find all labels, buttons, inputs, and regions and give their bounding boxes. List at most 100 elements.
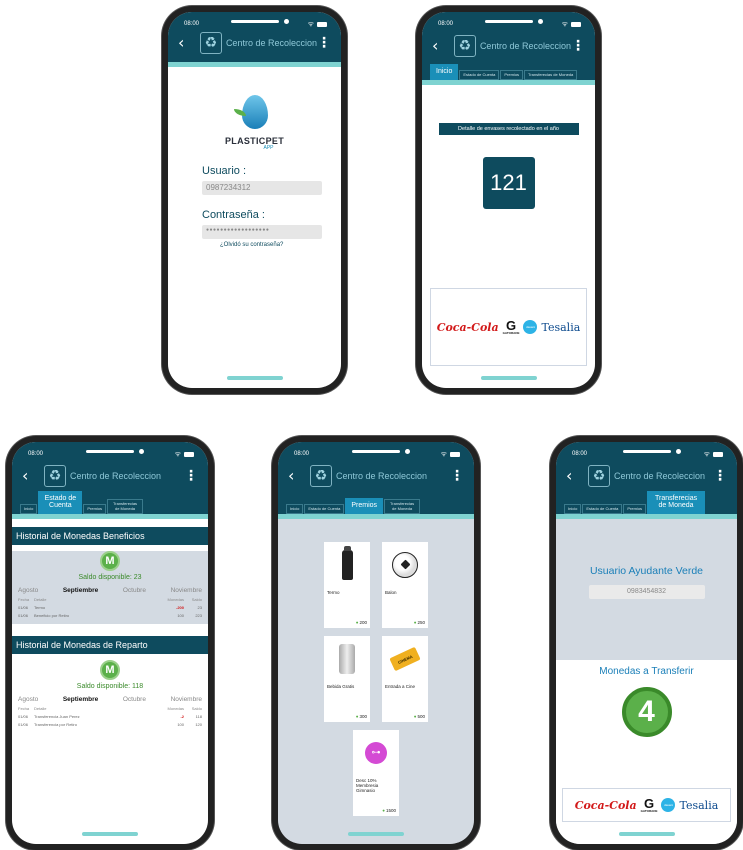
home-indicator[interactable]: [480, 376, 537, 380]
prize-card-gimnasio[interactable]: ⊶ Desc 10% Membresia Gimnasio 1500: [353, 730, 399, 816]
recycle-logo: ♻: [453, 35, 476, 57]
prize-card-bebida[interactable]: Bebida Gratis 300: [324, 636, 370, 722]
nav-title: Centro de Recoleccion: [614, 471, 706, 481]
tab-estado-cuenta[interactable]: Estado de Cuenta: [459, 69, 500, 80]
home-screen: 08:00 ᯤ ‹ ♻ Centro de Recoleccion ⋮ Inic…: [422, 12, 595, 388]
battery-icon: [317, 21, 327, 27]
nav-title: Centro de Recoleccion: [479, 41, 571, 51]
user-input[interactable]: 0987234312: [202, 181, 322, 195]
prize-card-termo[interactable]: Termo 200: [324, 542, 370, 628]
battery-icon: [713, 451, 723, 457]
home-indicator[interactable]: [348, 832, 404, 836]
table-header: Fecha Detalle Monedas Saldo: [12, 703, 208, 711]
tab-transferencias[interactable]: Transferecias de Moneda: [524, 69, 578, 80]
prize-card-cine[interactable]: CINEMA Entrada a Cine 500: [382, 636, 428, 722]
tab-estado-cuenta[interactable]: Estado de Cuenta: [304, 503, 345, 514]
home-indicator[interactable]: [226, 376, 283, 380]
month-tab[interactable]: Agosto: [18, 696, 38, 703]
nav-title: Centro de Recoleccion: [70, 471, 162, 481]
recycle-logo: ♻: [588, 465, 610, 487]
status-icons: ᯤ: [308, 20, 327, 29]
recycle-logo: ♻: [199, 32, 222, 54]
back-arrow-icon[interactable]: ‹: [566, 468, 582, 484]
teal-strip: [556, 514, 737, 519]
table-row: 01/06 Transferencia Juan Perez -2 118: [12, 711, 208, 719]
tab-inicio[interactable]: Inicio: [430, 64, 459, 80]
tab-transferencias[interactable]: Transferecias de Moneda: [107, 499, 144, 514]
notch: [230, 19, 289, 24]
dasani-logo: dasani: [661, 798, 676, 812]
cell-saldo: 23: [197, 605, 202, 610]
back-arrow-icon[interactable]: ‹: [178, 35, 194, 51]
month-tab[interactable]: Octubre: [123, 587, 146, 594]
password-label: Contraseña :: [202, 209, 265, 221]
tesalia-logo: Tesalia: [679, 798, 719, 812]
kebab-menu-icon[interactable]: ⋮: [571, 39, 585, 53]
back-arrow-icon[interactable]: ‹: [288, 468, 304, 484]
month-tab[interactable]: Agosto: [18, 587, 38, 594]
prize-image: CINEMA: [382, 636, 428, 682]
status-time: 08:00: [184, 21, 200, 27]
recycle-icon: ♻: [458, 38, 472, 54]
prize-grid: Termo 200 Balon 250 Bebida Gratis 300 CI…: [296, 542, 456, 816]
status-icons: ᯤ: [441, 450, 460, 459]
top-bar: 08:00 ᯤ ‹ ♻ Centro de Recoleccion ⋮: [168, 12, 341, 62]
tab-inicio[interactable]: Inicio: [20, 503, 38, 514]
prize-name: Bebida Gratis: [327, 684, 355, 689]
tab-premios[interactable]: Premios: [83, 503, 107, 514]
forgot-password-link[interactable]: ¿Olvidó su contraseña?: [220, 242, 341, 248]
recycle-icon: ♻: [592, 468, 606, 484]
teal-strip: [278, 514, 474, 519]
status-time: 08:00: [572, 451, 588, 457]
kebab-menu-icon[interactable]: ⋮: [713, 469, 727, 483]
table-row: 01/06 Transferencia por Retiro 100 120: [12, 719, 208, 727]
coins-amount[interactable]: 4: [621, 687, 672, 737]
wifi-icon: ᯤ: [703, 450, 710, 458]
user-id-input[interactable]: 0983454832: [588, 585, 705, 599]
recycle-icon: ♻: [48, 468, 62, 484]
phone-home: 08:00 ᯤ ‹ ♻ Centro de Recoleccion ⋮ Inic…: [416, 6, 601, 394]
battery-icon: [184, 451, 194, 457]
cell-monedas: -200: [175, 605, 184, 610]
tab-premios[interactable]: Premios: [500, 69, 524, 80]
table-row: 01/06 Termo -200 23: [12, 602, 208, 610]
status-time: 08:00: [28, 451, 44, 457]
th-detalle: Detalle: [34, 706, 47, 711]
kebab-menu-icon[interactable]: ⋮: [184, 469, 198, 483]
tab-estado-cuenta[interactable]: Estado de Cuenta: [582, 503, 623, 514]
kebab-menu-icon[interactable]: ⋮: [317, 36, 331, 50]
back-arrow-icon[interactable]: ‹: [22, 468, 38, 484]
password-input[interactable]: ●●●●●●●●●●●●●●●●●●: [202, 225, 322, 239]
tab-premios[interactable]: Premios: [345, 498, 384, 514]
sponsor-banner: Coca-Cola G GATORADE dasani Tesalia: [430, 288, 587, 366]
prize-image: ⊶: [353, 730, 399, 776]
tab-inicio[interactable]: Inicio: [564, 503, 582, 514]
back-arrow-icon[interactable]: ‹: [432, 38, 448, 54]
home-indicator[interactable]: [618, 832, 675, 836]
month-tab[interactable]: Noviembre: [171, 696, 202, 703]
tab-inicio[interactable]: Inicio: [286, 503, 304, 514]
phone-login: 08:00 ᯤ ‹ ♻ Centro de Recoleccion ⋮ PLAS…: [162, 6, 347, 394]
top-bar: 08:00 ᯤ ‹ ♻ Centro de Recoleccion ⋮ Inic…: [278, 442, 474, 514]
month-tab[interactable]: Septiembre: [63, 696, 98, 703]
status-time: 08:00: [294, 451, 310, 457]
nav-row: ‹ ♻ Centro de Recoleccion ⋮: [278, 458, 474, 492]
month-tab[interactable]: Noviembre: [171, 587, 202, 594]
home-indicator[interactable]: [82, 832, 138, 836]
tab-transferencias[interactable]: Transferecias de Moneda: [647, 490, 706, 514]
th-saldo: Saldo: [191, 597, 202, 602]
tab-transferencias[interactable]: Transferecias de Moneda: [384, 499, 421, 514]
table-header: Fecha Detalle Monedas Saldo: [12, 594, 208, 602]
prize-image: [382, 542, 428, 588]
month-tab[interactable]: Septiembre: [63, 587, 98, 594]
cell-saldo: 223: [195, 613, 202, 618]
month-tab[interactable]: Octubre: [123, 696, 146, 703]
tab-estado-cuenta[interactable]: Estado de Cuenta: [38, 490, 83, 514]
prize-card-balon[interactable]: Balon 250: [382, 542, 428, 628]
th-monedas: Monedas: [167, 597, 184, 602]
tab-premios[interactable]: Premios: [623, 503, 647, 514]
kebab-menu-icon[interactable]: ⋮: [450, 469, 464, 483]
can-icon: [339, 644, 355, 674]
cell-monedas: 100: [177, 722, 184, 727]
